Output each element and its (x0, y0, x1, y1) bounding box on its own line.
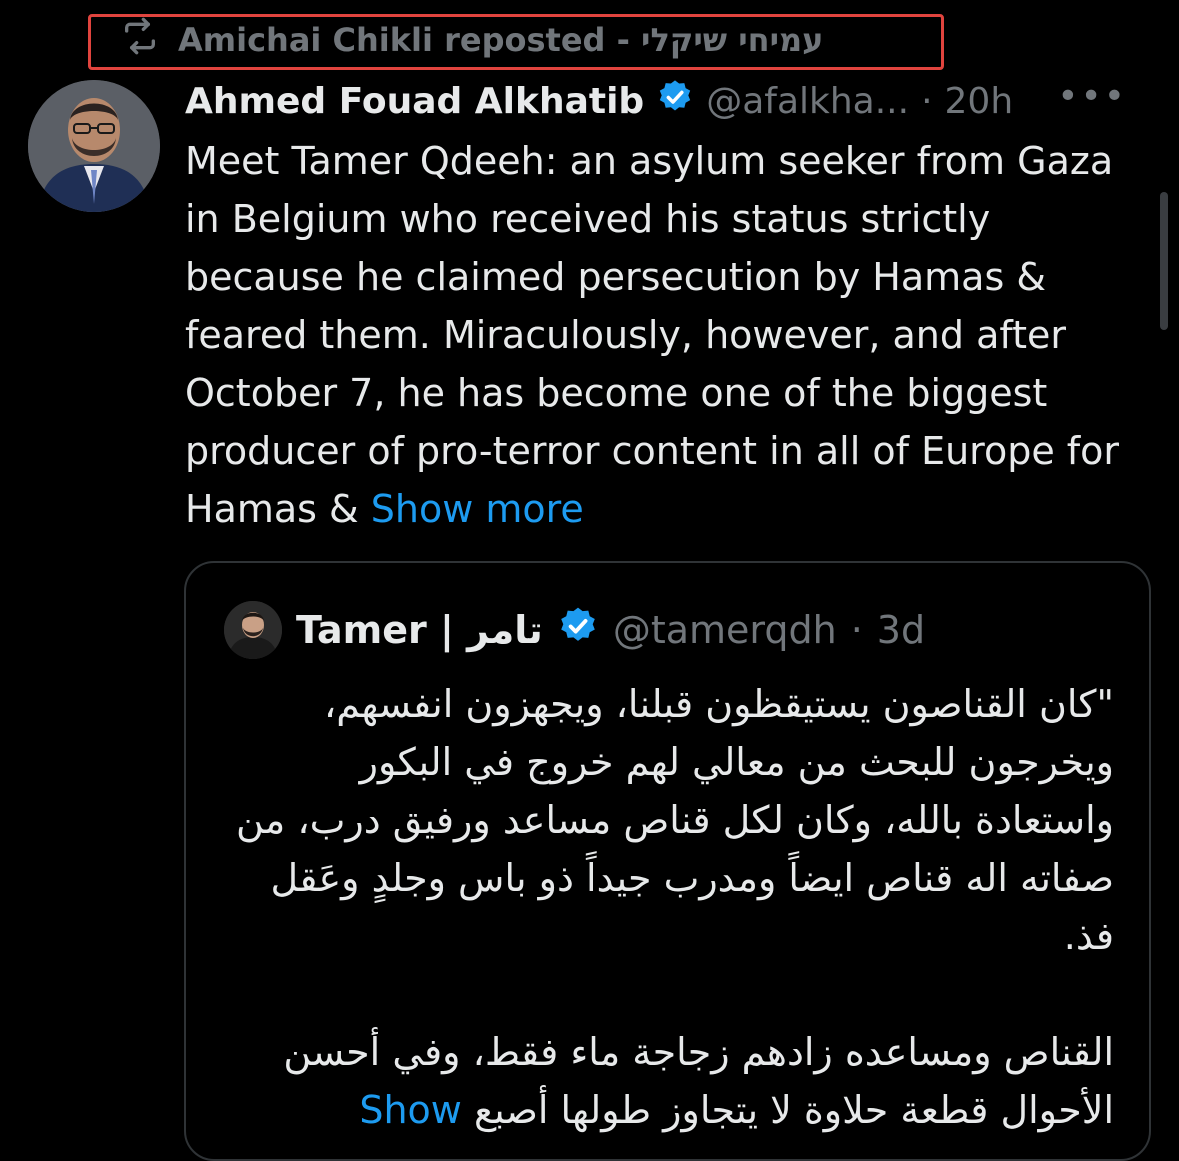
tweet-text: Meet Tamer Qdeeh: an asylum seeker from … (185, 139, 1120, 531)
show-more-link[interactable]: Show more (371, 487, 584, 531)
more-options-icon[interactable]: ••• (1057, 76, 1127, 117)
quote-paragraph-2: القناص ومساعده زادهم زجاجة ماء فقط، وفي … (226, 1023, 1114, 1139)
quote-separator-dot: · (850, 608, 863, 652)
verified-badge-icon (656, 78, 694, 125)
author-handle[interactable]: @afalkha... (706, 81, 909, 122)
repost-icon (120, 16, 160, 64)
author-avatar[interactable] (28, 80, 160, 212)
quote-author-handle[interactable]: @tamerqdh (613, 608, 837, 652)
quote-author-avatar[interactable] (224, 601, 282, 659)
quote-author-name[interactable]: Tamer | تامر (296, 608, 543, 652)
repost-indicator[interactable]: Amichai Chikli reposted - עמיחי שיקלי (120, 16, 824, 64)
tweet-timestamp[interactable]: 20h (945, 81, 1014, 122)
author-name[interactable]: Ahmed Fouad Alkhatib (185, 81, 644, 122)
scrollbar-thumb[interactable] (1160, 192, 1168, 330)
quote-header: Tamer | تامر @tamerqdh · 3d (224, 601, 925, 659)
quote-body: "كان القناصون يستيقظون قبلنا، ويجهزون ان… (226, 675, 1114, 1139)
quote-paragraph-1: "كان القناصون يستيقظون قبلنا، ويجهزون ان… (235, 682, 1114, 958)
quote-verified-badge-icon (557, 605, 599, 656)
quote-timestamp[interactable]: 3d (877, 608, 925, 652)
quoted-tweet-card[interactable]: Tamer | تامر @tamerqdh · 3d "كان القناصو… (184, 561, 1151, 1161)
repost-label: Amichai Chikli reposted - עמיחי שיקלי (178, 21, 824, 59)
separator-dot: · (921, 80, 933, 122)
quote-show-more-link[interactable]: Show (359, 1088, 462, 1132)
tweet-body: Meet Tamer Qdeeh: an asylum seeker from … (185, 132, 1145, 538)
tweet-header: Ahmed Fouad Alkhatib @afalkha... · 20h •… (185, 76, 1145, 126)
